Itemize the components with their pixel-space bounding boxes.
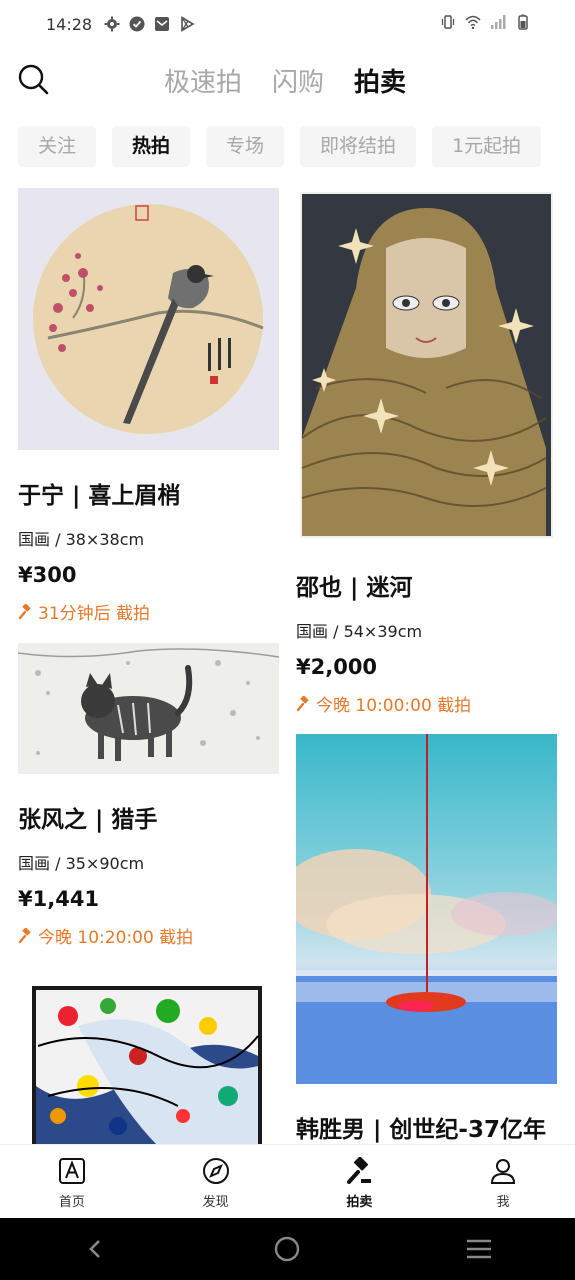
artwork-image bbox=[296, 734, 557, 1084]
artwork-title: 张风之 | 猎手 bbox=[18, 807, 158, 833]
auction-end-time: 31分钟后 截拍 bbox=[18, 599, 279, 624]
home-circle-icon bbox=[275, 1236, 300, 1262]
artwork-card[interactable]: 韩胜男 | 创世纪-37亿年 bbox=[296, 734, 557, 1144]
mail-icon bbox=[155, 17, 170, 31]
gavel-icon bbox=[18, 927, 31, 943]
system-home-button[interactable] bbox=[267, 1229, 307, 1269]
tab-flash-auction[interactable]: 极速拍 bbox=[164, 62, 242, 99]
nav-home[interactable]: 首页 bbox=[0, 1145, 144, 1218]
gavel-icon bbox=[18, 603, 31, 619]
nav-me[interactable]: 我 bbox=[431, 1145, 575, 1218]
search-button[interactable] bbox=[16, 62, 52, 98]
subtab-ending-soon[interactable]: 即将结拍 bbox=[300, 126, 417, 167]
artwork-meta: 国画 / 35×90cm bbox=[18, 854, 145, 873]
artwork-price: ¥300 bbox=[18, 563, 77, 587]
system-nav-bar bbox=[0, 1218, 575, 1280]
artwork-card[interactable]: 张风之 | 猎手 国画 / 35×90cm ¥1,441 今晚 10:20:00… bbox=[18, 643, 279, 948]
home-a-icon bbox=[58, 1158, 85, 1184]
nav-auction[interactable]: 拍卖 bbox=[288, 1145, 432, 1218]
auction-end-time: 今晚 10:20:00 截拍 bbox=[18, 923, 279, 948]
user-icon bbox=[491, 1159, 516, 1184]
artwork-meta: 国画 / 38×38cm bbox=[18, 530, 145, 549]
auction-end-text: 今晚 10:20:00 截拍 bbox=[38, 928, 194, 948]
artwork-title: 于宁 | 喜上眉梢 bbox=[18, 483, 181, 509]
artwork-card[interactable]: 邵也 | 迷河 国画 / 54×39cm ¥2,000 今晚 10:00:00 … bbox=[296, 188, 557, 716]
vibrate-icon bbox=[441, 15, 455, 29]
artwork-title: 韩胜男 | 创世纪-37亿年 bbox=[296, 1117, 546, 1143]
system-back-button[interactable] bbox=[76, 1229, 116, 1269]
battery-icon bbox=[518, 14, 528, 30]
nav-discover-label: 发现 bbox=[202, 1195, 229, 1210]
top-tabs: 极速拍 闪购 拍卖 bbox=[164, 62, 406, 99]
subtab-one-yuan-start[interactable]: 1元起拍 bbox=[432, 126, 542, 167]
artwork-card[interactable]: 于宁 | 喜上眉梢 国画 / 38×38cm ¥300 31分钟后 截拍 bbox=[18, 188, 279, 624]
auction-end-text: 31分钟后 截拍 bbox=[38, 604, 151, 624]
nav-discover[interactable]: 发现 bbox=[144, 1145, 288, 1218]
artwork-image bbox=[18, 188, 279, 450]
artwork-image bbox=[18, 966, 279, 1144]
menu-lines-icon bbox=[467, 1239, 492, 1259]
sub-tabs: 关注 热拍 专场 即将结拍 1元起拍 bbox=[18, 126, 542, 167]
bottom-nav: 首页 发现 拍卖 我 bbox=[0, 1144, 575, 1218]
signal-icon bbox=[491, 15, 506, 29]
search-icon bbox=[18, 64, 49, 95]
wifi-icon bbox=[465, 15, 481, 30]
subtab-hot[interactable]: 热拍 bbox=[112, 126, 191, 167]
nav-home-label: 首页 bbox=[58, 1195, 85, 1210]
auction-end-time: 今晚 10:00:00 截拍 bbox=[296, 691, 557, 716]
artwork-meta: 国画 / 54×39cm bbox=[296, 622, 423, 641]
subtab-follow[interactable]: 关注 bbox=[18, 126, 97, 167]
tab-flash-sale[interactable]: 闪购 bbox=[272, 62, 324, 99]
compass-icon bbox=[202, 1158, 229, 1184]
artwork-price: ¥2,000 bbox=[296, 655, 378, 679]
back-chevron-icon bbox=[88, 1240, 100, 1258]
nav-me-label: 我 bbox=[496, 1195, 510, 1210]
settings-icon bbox=[104, 16, 120, 32]
play-store-icon bbox=[181, 16, 195, 32]
system-recents-button[interactable] bbox=[459, 1229, 499, 1269]
status-bar: 14:28 bbox=[0, 0, 575, 48]
header: 极速拍 闪购 拍卖 bbox=[0, 52, 575, 110]
nav-auction-label: 拍卖 bbox=[346, 1195, 373, 1210]
subtab-special[interactable]: 专场 bbox=[206, 126, 285, 167]
auction-end-text: 今晚 10:00:00 截拍 bbox=[316, 696, 472, 716]
check-circle-icon bbox=[129, 16, 145, 32]
status-icons-right bbox=[440, 14, 531, 30]
artwork-image bbox=[18, 643, 279, 774]
tab-auction[interactable]: 拍卖 bbox=[354, 62, 406, 99]
artwork-title: 邵也 | 迷河 bbox=[296, 575, 413, 601]
artwork-feed: 于宁 | 喜上眉梢 国画 / 38×38cm ¥300 31分钟后 截拍 张风之… bbox=[0, 188, 575, 1144]
artwork-price: ¥1,441 bbox=[18, 887, 100, 911]
gavel-icon bbox=[296, 695, 309, 711]
status-time: 14:28 bbox=[46, 14, 93, 34]
gavel-icon bbox=[347, 1157, 372, 1184]
artwork-card[interactable] bbox=[18, 966, 279, 1144]
status-icons-left bbox=[104, 16, 195, 32]
artwork-image bbox=[296, 188, 557, 542]
